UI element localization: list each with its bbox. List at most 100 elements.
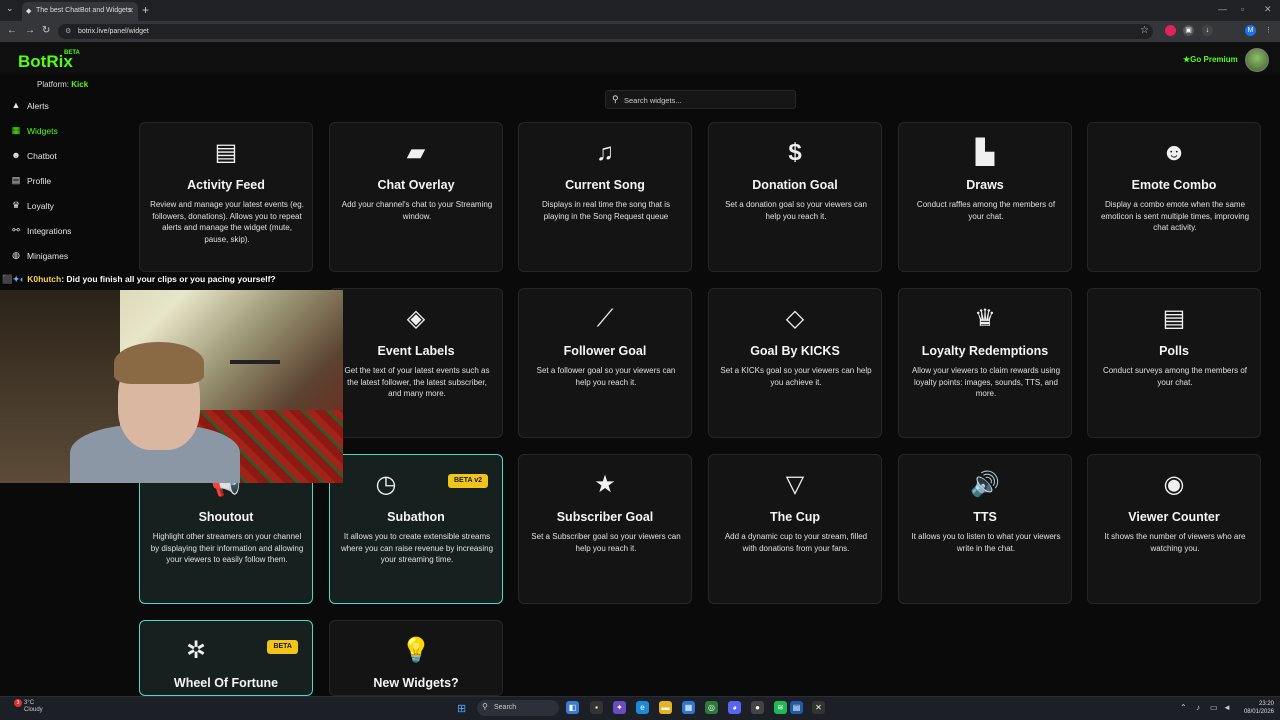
sidebar-item-label: Chatbot	[27, 151, 57, 161]
link-icon: ⚯	[12, 225, 20, 235]
forward-icon[interactable]: →	[25, 25, 35, 36]
extension-icon[interactable]	[1165, 25, 1176, 36]
sidebar-item-label: Widgets	[27, 126, 58, 136]
widget-card-subscriber-goal[interactable]: ★ Subscriber Goal Set a Subscriber goal …	[518, 454, 692, 604]
widget-card-chat-overlay[interactable]: ▰ Chat Overlay Add your channel's chat t…	[329, 122, 503, 272]
windows-start-icon[interactable]: ⊞	[457, 702, 466, 715]
widget-description: It shows the number of viewers who are w…	[1104, 532, 1246, 553]
volume-icon[interactable]: ◄	[1223, 703, 1231, 712]
store-icon[interactable]: ▦	[682, 701, 695, 714]
maximize-icon[interactable]: ▫	[1241, 4, 1244, 14]
sidebar-item-chatbot[interactable]: ☻ Chatbot	[0, 145, 130, 165]
widget-card-wheel-of-fortune[interactable]: ✲ BETA Wheel Of Fortune	[139, 620, 313, 696]
widget-description: Add your channel's chat to your Streamin…	[341, 200, 493, 221]
capcut-icon[interactable]: ✕	[812, 701, 825, 714]
edge-icon[interactable]: e	[636, 701, 649, 714]
weather-widget[interactable]: 3°C Cloudy	[24, 700, 43, 714]
poll-icon: ▤	[1162, 305, 1186, 332]
sidebar-item-label: Loyalty	[27, 201, 54, 211]
widget-card-new-widgets[interactable]: 💡 New Widgets?	[329, 620, 503, 696]
url-text: botrix.live/panel/widget	[78, 28, 149, 35]
search-placeholder: Search widgets...	[624, 96, 682, 105]
widget-title: Polls	[1159, 344, 1189, 358]
widget-card-event-labels[interactable]: ◈ Event Labels Get the text of your late…	[329, 288, 503, 438]
weather-temp: 3°C	[24, 700, 35, 706]
new-tab-icon[interactable]: +	[142, 3, 149, 17]
widget-title: Follower Goal	[563, 344, 647, 358]
network-icon[interactable]: ▭	[1210, 703, 1218, 712]
address-bar[interactable]: ⚙ botrix.live/panel/widget	[58, 24, 1153, 39]
app-icon[interactable]: ▪	[590, 701, 603, 714]
widget-title: TTS	[973, 510, 997, 524]
mic-icon[interactable]: ♪	[1196, 703, 1200, 712]
chat-text: : Did you finish all your clips or you p…	[61, 274, 276, 284]
tab-close-icon[interactable]: ✕	[127, 6, 134, 15]
file-explorer-icon[interactable]: ▬	[659, 701, 672, 714]
copilot-icon[interactable]: ✦	[613, 701, 626, 714]
sidebar-item-profile[interactable]: ▤ Profile	[0, 170, 130, 190]
widget-card-activity-feed[interactable]: ▤ Activity Feed Review and manage your l…	[139, 122, 313, 272]
minimize-icon[interactable]: —	[1218, 4, 1227, 14]
widget-title: Subscriber Goal	[556, 510, 654, 524]
tab-search-icon[interactable]: ⌄	[6, 3, 14, 14]
widget-description: Get the text of your latest events such …	[344, 366, 490, 398]
widget-card-draws[interactable]: ▙ Draws Conduct raffles among the member…	[898, 122, 1072, 272]
widget-card-donation-goal[interactable]: $ Donation Goal Set a donation goal so y…	[708, 122, 882, 272]
gifts-icon: ▙	[975, 139, 995, 166]
trophy-icon: ♛	[974, 305, 996, 332]
taskbar-search-label: Search	[494, 704, 517, 711]
widget-title: Event Labels	[377, 344, 455, 358]
tray-expand-icon[interactable]: ⌃	[1180, 703, 1187, 712]
beta-v2-badge: BETA v2	[447, 474, 488, 488]
star-icon: ★	[594, 471, 616, 498]
widget-card-follower-goal[interactable]: ⟋ Follower Goal Set a follower goal so y…	[518, 288, 692, 438]
sidebar-item-widgets[interactable]: ▦ Widgets	[0, 120, 130, 140]
widget-card-tts[interactable]: 🔊 TTS It allows you to listen to what yo…	[898, 454, 1072, 604]
widget-card-loyalty-redemptions[interactable]: ♛ Loyalty Redemptions Allow your viewers…	[898, 288, 1072, 438]
bookmark-star-icon[interactable]: ☆	[1140, 25, 1149, 36]
widget-card-emote-combo[interactable]: ☻ Emote Combo Display a combo emote when…	[1087, 122, 1261, 272]
sidebar-item-alerts[interactable]: ▲ Alerts	[0, 95, 130, 115]
search-input[interactable]: ⚲ Search widgets...	[605, 90, 796, 109]
user-avatar[interactable]	[1245, 48, 1269, 72]
back-icon[interactable]: ←	[7, 25, 17, 36]
spotify-icon[interactable]: ≋	[774, 701, 787, 714]
site-info-icon[interactable]: ⚙	[65, 27, 71, 35]
sidebar-item-loyalty[interactable]: ♛ Loyalty	[0, 195, 130, 215]
browser-tab[interactable]: ◆ The best ChatBot and Widgets ✕	[22, 2, 138, 21]
widget-card-current-song[interactable]: ♫ Current Song Displays in real time the…	[518, 122, 692, 272]
widget-title: Goal By KICKS	[750, 344, 840, 358]
widget-description: It allows you to listen to what your vie…	[911, 532, 1061, 553]
stream-chat-message: ⬛✦◐ K0hutch: Did you finish all your cli…	[2, 274, 276, 285]
go-premium-button[interactable]: ★Go Premium	[1183, 55, 1238, 64]
widget-description: Set a KICKs goal so your viewers can hel…	[720, 366, 872, 387]
widget-card-polls[interactable]: ▤ Polls Conduct surveys among the member…	[1087, 288, 1261, 438]
gem-icon: ◇	[785, 305, 805, 332]
browser-menu-icon[interactable]: ⋮	[1263, 25, 1274, 36]
discord-icon[interactable]: ◕	[728, 701, 741, 714]
widget-description: Add a dynamic cup to your stream, filled…	[724, 532, 868, 553]
obs-icon[interactable]: ●	[751, 701, 764, 714]
sidebar-item-minigames[interactable]: ◍ Minigames	[0, 245, 130, 265]
chrome-icon[interactable]: ◎	[705, 701, 718, 714]
widget-card-goal-by-kicks[interactable]: ◇ Goal By KICKS Set a KICKs goal so your…	[708, 288, 882, 438]
taskbar-clock[interactable]: 23:20 08/01/2026	[1236, 700, 1274, 716]
extensions-puzzle-icon[interactable]: ▣	[1183, 25, 1194, 36]
platform-value: Kick	[71, 80, 89, 89]
widget-card-the-cup[interactable]: ▽ The Cup Add a dynamic cup to your stre…	[708, 454, 882, 604]
sidebar-item-integrations[interactable]: ⚯ Integrations	[0, 220, 130, 240]
chat-username: K0hutch	[27, 274, 62, 284]
taskview-icon[interactable]: ◧	[566, 701, 579, 714]
profile-avatar[interactable]: M	[1245, 25, 1256, 36]
gamepad-icon: ◍	[12, 250, 20, 260]
widget-card-subathon[interactable]: ◷ BETA v2 Subathon It allows you to crea…	[329, 454, 503, 604]
reload-icon[interactable]: ↻	[42, 25, 50, 36]
widget-card-viewer-counter[interactable]: ◉ Viewer Counter It shows the number of …	[1087, 454, 1261, 604]
app-icon[interactable]: ▤	[790, 701, 803, 714]
favicon-icon: ◆	[26, 8, 32, 15]
download-icon[interactable]: ↓	[1202, 25, 1213, 36]
close-window-icon[interactable]: ✕	[1264, 4, 1272, 15]
wheel-icon: ✲	[185, 637, 207, 664]
taskbar-search[interactable]: ⚲ Search	[477, 700, 559, 716]
cocktail-icon: ▽	[785, 471, 805, 498]
